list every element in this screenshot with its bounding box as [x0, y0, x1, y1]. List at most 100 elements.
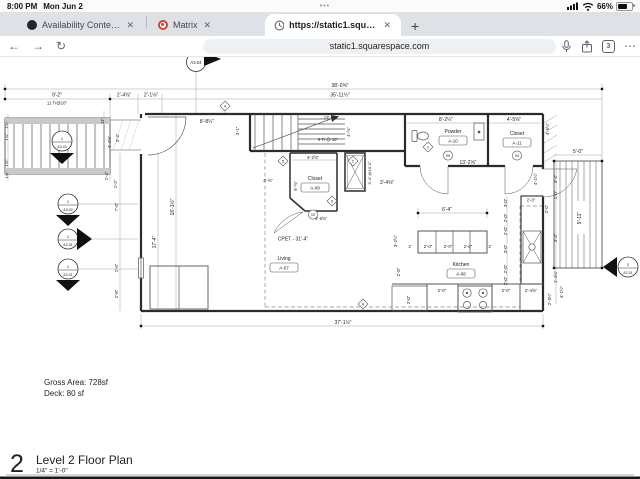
dim-label: 2'-0"	[444, 244, 453, 249]
battery-percent: 66%	[597, 2, 613, 11]
availability-favicon-icon	[27, 20, 37, 30]
deck-area-note: Deck: 80 sf	[44, 389, 85, 398]
clock-time: 8:00 PM	[7, 2, 37, 11]
door-tag-label: 03	[515, 154, 519, 158]
grid-markers: 4 5 2 3 1 4	[220, 101, 433, 309]
dim-label: 9'-11"	[577, 212, 583, 225]
dim-label: 3'-⅝"	[263, 178, 273, 183]
battery-icon	[616, 2, 633, 11]
voice-search-icon[interactable]	[561, 40, 572, 53]
room-number: A-07	[279, 266, 289, 271]
dim-label: 2'-0"	[438, 288, 447, 293]
dim-label: 3'-4"	[115, 133, 120, 142]
dim-label: 4'-5½"	[545, 122, 550, 135]
dim-label: 3'-0"	[503, 198, 508, 207]
dim-label: 1⅝"	[4, 159, 9, 167]
room-number: A-11	[512, 141, 522, 146]
dim-label: 4'-⅝"	[346, 127, 351, 137]
room-number: A-10	[448, 139, 458, 144]
tab-availability-content[interactable]: Availability Content — ... ✕	[18, 14, 144, 36]
room-number: A-08	[456, 272, 466, 277]
dim-label: 2'-0"	[424, 244, 433, 249]
tab-matrix[interactable]: Matrix ✕	[149, 14, 265, 36]
dim-label: 9'-2"	[52, 93, 62, 99]
sheet-detail-number: 2	[10, 450, 24, 478]
dim-label: 4'-1½"	[559, 285, 564, 298]
dim-label: 3'-4"	[553, 174, 558, 183]
section-marker-label: A3.03	[57, 145, 66, 149]
dim-label: 1'-2"	[113, 179, 118, 188]
dim-label: 4'-5⅝"	[507, 117, 521, 123]
area-notes: Gross Area: 728sf Deck: 80 sf	[44, 378, 109, 398]
dim-label: 1'-4⅝"	[553, 270, 558, 283]
status-bar: 8:00 PM Mon Jun 2 ••• 66%	[0, 0, 640, 12]
dim-label: 5'-⅝"	[293, 181, 298, 191]
dim-label: 1⅝"	[4, 171, 9, 179]
tab-switcher-button[interactable]: 3	[602, 40, 615, 53]
dimension-lines	[5, 72, 602, 329]
door-tag-label: 09	[446, 154, 450, 158]
dim-label: 2'-5½"	[547, 292, 552, 305]
share-icon[interactable]	[581, 40, 593, 53]
room-label: Closet	[510, 131, 525, 137]
stair-note: 11 Tr@10"	[47, 101, 68, 106]
room-number: A-09	[310, 186, 320, 191]
dim-label: 1'-6"	[114, 263, 119, 272]
dim-label: 2'-0"	[503, 213, 508, 222]
url-text: static1.squarespace.com	[330, 41, 430, 51]
browser-toolbar: ← → ↻ static1.squarespace.com 3 ⋯	[0, 36, 640, 57]
dim-label: 6'-4"	[442, 207, 452, 213]
section-marker-label: A3.04	[191, 60, 203, 65]
drawing-scale: 1/4" = 1'-0"	[36, 468, 68, 475]
dim-label: 3'-0"	[503, 244, 508, 253]
dim-label: 1⅝"	[4, 133, 9, 141]
dim-label: 4'-4⅝"	[107, 135, 112, 148]
dim-label: 3'-4"	[553, 233, 558, 242]
forward-button[interactable]: →	[32, 40, 44, 52]
back-button[interactable]: ←	[8, 40, 20, 52]
gross-area-note: Gross Area: 728sf	[44, 378, 109, 387]
dim-label: 13'-2⅝"	[460, 160, 477, 166]
dim-label: 17'-4"	[152, 235, 158, 248]
close-tab-icon[interactable]: ✕	[125, 20, 135, 31]
close-tab-icon[interactable]: ✕	[382, 20, 392, 31]
dim-label: 2'-0"	[396, 267, 401, 276]
dim-label: 2'-0"	[503, 226, 508, 235]
web-page-content: A3.04 1 A3.03 1 A3.02 1 A2.01 1 A3.01 2 …	[0, 57, 640, 479]
dim-label: 3'-4" @10'-0"	[367, 161, 372, 185]
dim-label: 8'-2¼"	[439, 117, 453, 123]
close-tab-icon[interactable]: ✕	[203, 20, 213, 31]
wall-hatch	[544, 115, 557, 162]
dim-label: 2'-0"	[502, 288, 511, 293]
dim-label: 2'-4⅝"	[117, 93, 131, 99]
dim-label: 2'-0"	[503, 276, 508, 285]
dim-label: 2'-8"	[114, 289, 119, 298]
room-label: Powder	[445, 129, 462, 135]
reload-button[interactable]: ↻	[56, 40, 66, 52]
dim-label: 2'-0"	[527, 198, 536, 203]
dim-label: 35'-11½"	[330, 92, 350, 99]
new-tab-button[interactable]: +	[411, 19, 419, 33]
page-favicon-icon	[274, 20, 284, 31]
dim-label: 2'-0"	[406, 295, 411, 304]
dim-label: 7'-0"	[114, 202, 119, 211]
dim-label: 2'-4⅝"	[525, 288, 538, 293]
signal-icon	[567, 2, 579, 10]
dim-label: 4'-6⅝"	[315, 216, 328, 221]
carpet-note: CPET - 31'-4"	[278, 237, 309, 243]
room-label: Living	[277, 256, 290, 262]
section-marker-label: A3.01	[63, 273, 72, 277]
address-bar[interactable]: static1.squarespace.com	[203, 39, 556, 54]
tab-divider	[146, 16, 147, 28]
dim-label: 18'-1½"	[169, 198, 176, 215]
dim-label: 2'-1⅛"	[144, 93, 158, 99]
dim-label: 2'-0"	[503, 264, 508, 273]
dim-label: 3'-2½"	[393, 234, 398, 247]
dim-label: 1⅝"	[4, 121, 9, 129]
section-marker-label: A2.01	[63, 243, 72, 247]
section-marker-label: A2.01	[623, 271, 632, 275]
title-block: 2 Level 2 Floor Plan 1/4" = 1'-0"	[0, 450, 640, 479]
dim-label: 1'-0"	[553, 190, 558, 199]
dim-label: 3'-1"	[235, 126, 240, 135]
tab-squarespace-active[interactable]: https://static1.squares ✕	[265, 14, 401, 36]
